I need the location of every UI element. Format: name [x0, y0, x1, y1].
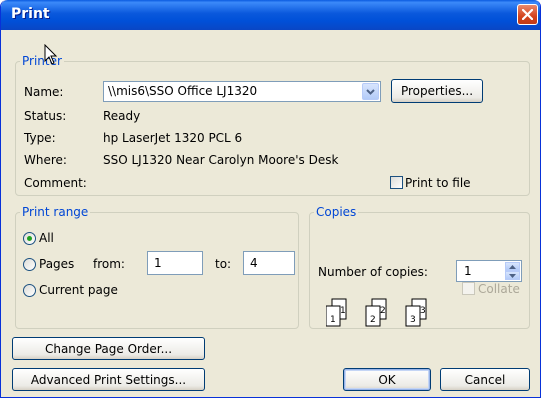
arrow-down-icon [509, 274, 516, 278]
title-bar[interactable]: Print [1, 0, 540, 30]
page-3-back-label: 3 [420, 306, 426, 316]
page-1-back-label: 1 [340, 306, 346, 316]
status-label: Status: [24, 109, 67, 123]
to-page-input[interactable]: 4 [243, 251, 295, 275]
all-radio[interactable] [23, 232, 36, 245]
type-label: Type: [24, 131, 56, 145]
page-2-back-label: 2 [380, 306, 386, 316]
to-label: to: [215, 257, 232, 271]
current-page-radio[interactable] [23, 284, 36, 297]
cancel-button[interactable]: Cancel [440, 368, 530, 391]
from-label: from: [93, 257, 125, 271]
page-stack-1: 1 1 [326, 298, 347, 327]
page-3-front-label: 3 [410, 315, 416, 325]
from-page-input[interactable]: 1 [147, 251, 203, 275]
collate-checkbox[interactable] [462, 282, 475, 295]
collate-pages-icon: 1 1 2 2 3 3 [326, 298, 427, 327]
type-value: hp LaserJet 1320 PCL 6 [103, 131, 243, 145]
radio-selected-dot [27, 236, 32, 241]
print-range-group-label: Print range [22, 205, 89, 219]
current-page-label[interactable]: Current page [39, 283, 118, 297]
window-title: Print [11, 6, 50, 22]
arrow-up-icon [509, 265, 516, 269]
dialog-client-area: Printer Name: \\mis6\SSO Office LJ1320 P… [4, 30, 537, 394]
page-2-front-label: 2 [370, 315, 376, 325]
printer-name-value: \\mis6\SSO Office LJ1320 [108, 84, 258, 98]
mouse-pointer-icon [44, 44, 58, 65]
print-to-file-label[interactable]: Print to file [405, 176, 471, 190]
copies-group-label: Copies [316, 205, 357, 219]
copies-value: 1 [464, 264, 472, 278]
spin-up-button[interactable] [505, 262, 520, 271]
chevron-down-icon [366, 89, 375, 95]
spinner-buttons [505, 262, 520, 280]
where-label: Where: [24, 153, 67, 167]
collate-label[interactable]: Collate [478, 282, 520, 296]
number-of-copies-label: Number of copies: [318, 265, 428, 279]
properties-button[interactable]: Properties... [391, 79, 483, 103]
page-stack-2: 2 2 [365, 298, 387, 327]
printer-name-select[interactable]: \\mis6\SSO Office LJ1320 [103, 81, 381, 102]
change-page-order-button[interactable]: Change Page Order... [12, 337, 205, 360]
close-icon [522, 9, 533, 20]
comment-label: Comment: [24, 176, 87, 190]
print-to-file-checkbox[interactable] [390, 176, 403, 189]
dropdown-arrow-button[interactable] [362, 83, 379, 100]
page-1-front-label: 1 [330, 315, 336, 325]
close-button[interactable] [517, 4, 538, 25]
print-dialog: Print Printer Name: \\mis6\SSO Office LJ… [0, 0, 541, 398]
all-label[interactable]: All [39, 231, 54, 245]
printer-group: Printer [15, 54, 530, 196]
pages-label[interactable]: Pages [39, 257, 74, 271]
advanced-print-settings-button[interactable]: Advanced Print Settings... [12, 368, 205, 391]
spin-down-button[interactable] [505, 271, 520, 280]
pages-radio[interactable] [23, 258, 36, 271]
name-label: Name: [24, 85, 64, 99]
ok-button[interactable]: OK [343, 368, 431, 391]
copies-spinner[interactable]: 1 [456, 260, 522, 282]
where-value: SSO LJ1320 Near Carolyn Moore's Desk [103, 153, 339, 167]
page-stack-3: 3 3 [405, 298, 427, 327]
status-value: Ready [103, 109, 141, 123]
